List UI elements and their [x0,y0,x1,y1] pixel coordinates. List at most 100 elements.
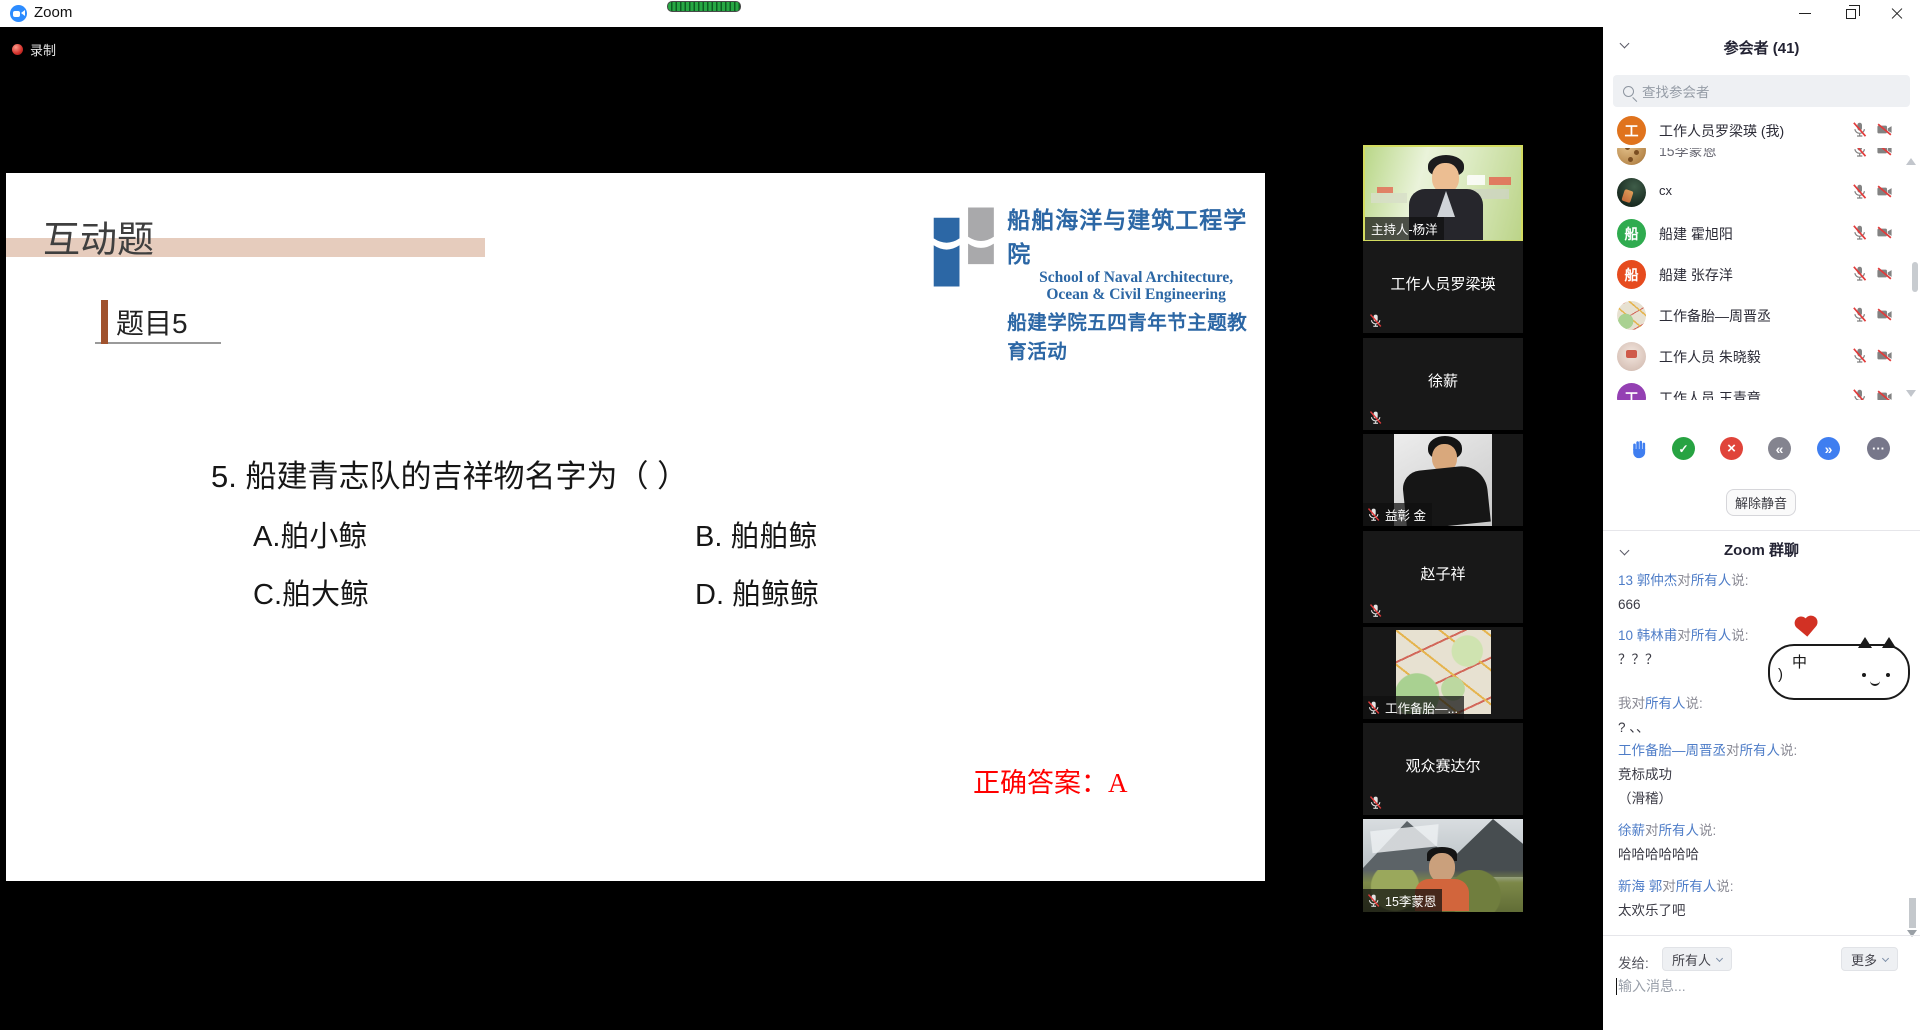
participant-row[interactable]: 工作备胎—周晋丞 [1603,295,1903,336]
more-reactions-button[interactable]: ··· [1867,437,1890,460]
heart-icon [1797,618,1815,636]
video-off-icon [1876,265,1893,282]
participant-name: cx [1659,183,1672,198]
video-tile-host[interactable]: 主持人-杨洋 [1363,145,1523,242]
school-logo: 船舶海洋与建筑工程学院 School of Naval Architecture… [932,201,1265,364]
yes-button[interactable]: ✓ [1672,437,1695,460]
chat-message-header: 我对所有人说: [1618,695,1898,712]
video-off-icon [1876,121,1893,138]
zoom-app-window: Zoom 录制 互动题 题目5 船舶海洋与建筑工程学院 School of N [0,0,1920,1030]
mic-muted-icon [1851,388,1868,400]
chat-recipient: 所有人 [1676,879,1717,894]
chat-connector: 说: [1699,823,1716,838]
participant-video-name: 工作人员罗梁瑛 [1363,273,1523,294]
option-c: C.舶大鲸 [253,571,369,613]
video-off-icon [1876,224,1893,241]
participant-status-icons [1851,347,1893,364]
chevron-down-icon [1716,954,1723,961]
video-tile[interactable]: 徐薪 [1363,338,1523,430]
video-tile[interactable]: 观众赛达尔 [1363,723,1523,815]
participant-status-icons [1851,224,1893,241]
chat-message-body: 竞标成功 [1618,766,1898,783]
mic-muted-icon [1368,313,1383,328]
chat-message: 工作备胎—周晋丞对所有人说: 竞标成功 （滑稽） [1618,742,1898,807]
participant-video-name: 徐薪 [1363,370,1523,391]
avatar-initial: 船 [1625,224,1639,244]
no-button[interactable]: × [1720,437,1743,460]
video-off-icon [1876,347,1893,364]
school-logo-text: 船舶海洋与建筑工程学院 School of Naval Architecture… [1007,201,1265,364]
mic-muted-icon [1851,148,1868,158]
chat-sender: 10 韩林甫 [1618,628,1677,643]
participant-status-icons [1851,183,1893,200]
participant-row[interactable]: 工 工作人员 王青章 [1603,377,1903,400]
participant-row[interactable]: cx [1603,172,1903,213]
mic-muted-icon [1851,306,1868,323]
chat-message: 13 郭仲杰对所有人说: 666 [1618,572,1898,613]
restore-button[interactable] [1828,0,1874,27]
chat-connector: 说: [1780,743,1797,758]
scroll-down-icon[interactable] [1906,390,1916,397]
go-faster-button[interactable]: » [1817,437,1840,460]
scroll-up-icon[interactable] [1906,158,1916,165]
recording-indicator: 录制 [12,40,56,59]
unmute-button-label: 解除静音 [1735,493,1787,512]
participant-row[interactable]: 工作人员 朱晓毅 [1603,336,1903,377]
cat-sticker: 中 ) [1768,644,1910,700]
chat-message-header: 工作备胎—周晋丞对所有人说: [1618,742,1898,759]
close-button[interactable] [1874,0,1920,27]
host-video-background-art [1371,187,1411,205]
mic-muted-icon [1368,410,1383,425]
search-participants-input[interactable]: 查找参会者 [1613,75,1910,107]
shared-screen-slide: 互动题 题目5 船舶海洋与建筑工程学院 School of Naval Arch… [6,173,1265,881]
avatar: 船 [1617,219,1646,248]
more-label: 更多 [1851,950,1877,969]
sticker-character: 中 [1792,651,1807,672]
chat-more-dropdown[interactable]: 更多 [1841,947,1898,971]
mic-muted-icon [1366,507,1381,522]
audio-level-meter [667,1,741,12]
participant-list[interactable]: 15李蒙恩 cx 船 船建 霍旭阳 [1603,148,1920,400]
avatar [1617,342,1646,371]
send-to-dropdown[interactable]: 所有人 [1662,947,1732,971]
participant-status-icons [1851,265,1893,282]
send-to-value: 所有人 [1672,950,1711,969]
chat-scrollbar-thumb[interactable] [1909,898,1916,928]
participant-row[interactable]: 船 船建 霍旭阳 [1603,213,1903,254]
chat-message-header: 13 郭仲杰对所有人说: [1618,572,1898,589]
video-tile[interactable]: 工作备胎—... [1363,627,1523,719]
participant-name: 工作人员 王青章 [1659,388,1761,400]
chat-connector: 说: [1731,628,1748,643]
go-slower-button[interactable]: « [1768,437,1791,460]
chat-connector: 对 [1645,823,1659,838]
scrollbar-thumb[interactable] [1912,262,1918,292]
raise-hand-button[interactable] [1628,437,1651,460]
video-tile[interactable]: 益彰 金 [1363,434,1523,526]
school-name-en-1: School of Naval Architecture, [1039,269,1233,286]
window-title: Zoom [34,4,72,21]
quiz-question-text: 5. 船建青志队的吉祥物名字为（ ） [211,451,688,496]
avatar-initial: 工 [1625,121,1639,141]
avatar: 工 [1617,383,1646,400]
unmute-button[interactable]: 解除静音 [1726,489,1796,516]
participant-row[interactable]: 15李蒙恩 [1603,148,1903,171]
participant-video-name: 15李蒙恩 [1385,891,1436,910]
video-tile[interactable]: 15李蒙恩 [1363,819,1523,912]
minimize-button[interactable] [1782,0,1828,27]
minimize-icon [1799,13,1811,14]
double-left-icon: « [1776,441,1784,457]
chat-message-body: 666 [1618,596,1898,613]
close-icon [1890,7,1904,21]
cat-ear [1858,637,1872,648]
chat-recipient: 所有人 [1740,743,1781,758]
cat-stroke: ) [1778,666,1783,683]
school-name-en-2: Ocean & Civil Engineering [1046,286,1226,303]
chat-message-input[interactable]: 输入消息... [1616,976,1686,996]
chat-input-placeholder: 输入消息... [1618,976,1686,996]
video-tile[interactable]: 赵子祥 [1363,531,1523,623]
participant-row[interactable]: 船 船建 张存洋 [1603,254,1903,295]
participants-panel-title: 参会者 (41) [1603,37,1920,58]
video-tile[interactable]: 工作人员罗梁瑛 [1363,241,1523,333]
participant-row-self[interactable]: 工 工作人员罗梁瑛 (我) [1603,110,1903,151]
chat-sender: 新海 郭 [1618,879,1662,894]
